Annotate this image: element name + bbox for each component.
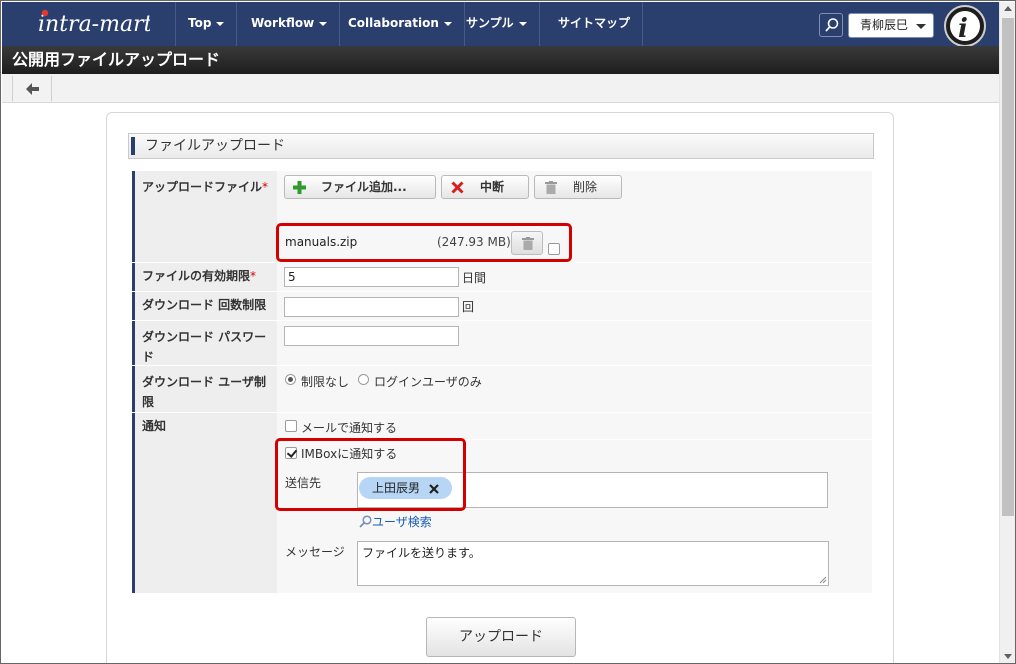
plus-icon: [293, 181, 306, 194]
nav-collaboration-label: Collaboration: [348, 16, 439, 30]
expiry-days-input[interactable]: 5: [284, 267, 459, 287]
mail-notify-checkbox[interactable]: [285, 420, 297, 432]
global-navbar: intra-mart Top Workflow Collaboration サン…: [2, 2, 999, 47]
expiry-label-text: ファイルの有効期限: [142, 269, 251, 283]
mail-notify-label[interactable]: メールで通知する: [301, 419, 397, 436]
user-search-link[interactable]: ユーザ検索: [359, 513, 432, 530]
scroll-up-arrow-icon[interactable]: [1004, 6, 1012, 11]
delete-file-button[interactable]: 削除: [534, 175, 622, 199]
file-highlight-box: [276, 223, 572, 262]
upload-file-label-text: アップロードファイル: [142, 180, 263, 194]
svg-text:i: i: [958, 14, 968, 44]
intramart-i-icon[interactable]: i: [943, 5, 987, 47]
login-users-only-radio[interactable]: [358, 374, 369, 385]
arrow-left-icon: [26, 83, 39, 95]
scroll-thumb[interactable]: [1002, 18, 1014, 516]
caret-down-icon: [216, 22, 225, 26]
back-button[interactable]: [12, 76, 52, 101]
vertical-scrollbar[interactable]: [999, 2, 1015, 663]
scroll-down-arrow-icon[interactable]: [1004, 654, 1012, 659]
search-icon: [359, 515, 372, 528]
nav-sitemap-label: サイトマップ: [558, 16, 631, 30]
caret-down-icon: [443, 22, 452, 26]
section-title: ファイルアップロード: [128, 133, 874, 159]
download-limit-unit: 回: [462, 300, 475, 314]
download-password-label: ダウンロード パスワード: [132, 321, 277, 365]
required-mark: *: [262, 180, 269, 194]
cancel-upload-button[interactable]: 中断: [441, 175, 529, 199]
user-menu-button[interactable]: 青柳辰巳: [848, 13, 934, 38]
download-user-limit-label: ダウンロード ユーザ制限: [132, 366, 277, 412]
delete-file-label: 削除: [573, 180, 598, 194]
download-limit-input[interactable]: [284, 297, 459, 317]
global-search-button[interactable]: [819, 13, 843, 37]
download-user-limit-cell: [277, 366, 872, 412]
upload-button[interactable]: アップロード: [426, 617, 576, 657]
download-password-input[interactable]: [284, 326, 459, 346]
nav-sample[interactable]: サンプル: [454, 2, 540, 46]
user-search-label: ユーザ検索: [372, 515, 432, 529]
expiry-label: ファイルの有効期限*: [132, 263, 277, 291]
nav-workflow[interactable]: Workflow: [239, 2, 341, 46]
required-mark: *: [250, 269, 257, 283]
page-toolbar: [2, 74, 999, 103]
upload-file-label: アップロードファイル*: [132, 171, 277, 262]
no-limit-label[interactable]: 制限なし: [301, 373, 349, 390]
trash-icon: [545, 181, 557, 194]
login-users-only-label[interactable]: ログインユーザのみ: [374, 373, 482, 390]
nav-sitemap[interactable]: サイトマップ: [546, 2, 644, 46]
search-icon: [825, 18, 839, 32]
intra-mart-logo[interactable]: intra-mart: [2, 2, 176, 46]
download-limit-label: ダウンロード 回数制限: [132, 292, 277, 320]
svg-text:intra-mart: intra-mart: [38, 12, 150, 37]
logo-mark-icon: intra-mart: [38, 9, 150, 37]
message-textarea[interactable]: ファイルを送ります。: [357, 541, 829, 586]
nav-top-label: Top: [188, 16, 212, 30]
add-file-button[interactable]: ファイル追加...: [284, 175, 436, 199]
message-label: メッセージ: [285, 545, 345, 559]
nav-workflow-label: Workflow: [251, 16, 315, 30]
nav-sample-label: サンプル: [466, 16, 514, 30]
resize-handle-icon[interactable]: [819, 576, 827, 584]
user-name: 青柳辰巳: [860, 18, 909, 32]
caret-down-icon: [319, 22, 328, 26]
nav-top[interactable]: Top: [176, 2, 238, 46]
add-file-label: ファイル追加...: [321, 180, 407, 194]
browser-viewport: intra-mart Top Workflow Collaboration サン…: [0, 0, 1016, 664]
page-title: 公開用ファイルアップロード: [2, 46, 999, 74]
caret-down-icon: [518, 22, 527, 26]
notify-label: 通知: [132, 413, 277, 593]
chevron-down-icon: [916, 24, 926, 29]
no-limit-radio[interactable]: [285, 374, 296, 385]
cancel-upload-label: 中断: [480, 180, 505, 194]
imbox-highlight-box: [275, 438, 466, 511]
close-icon: [451, 181, 464, 194]
nav-collaboration[interactable]: Collaboration: [336, 2, 465, 46]
expiry-unit: 日間: [462, 271, 487, 285]
